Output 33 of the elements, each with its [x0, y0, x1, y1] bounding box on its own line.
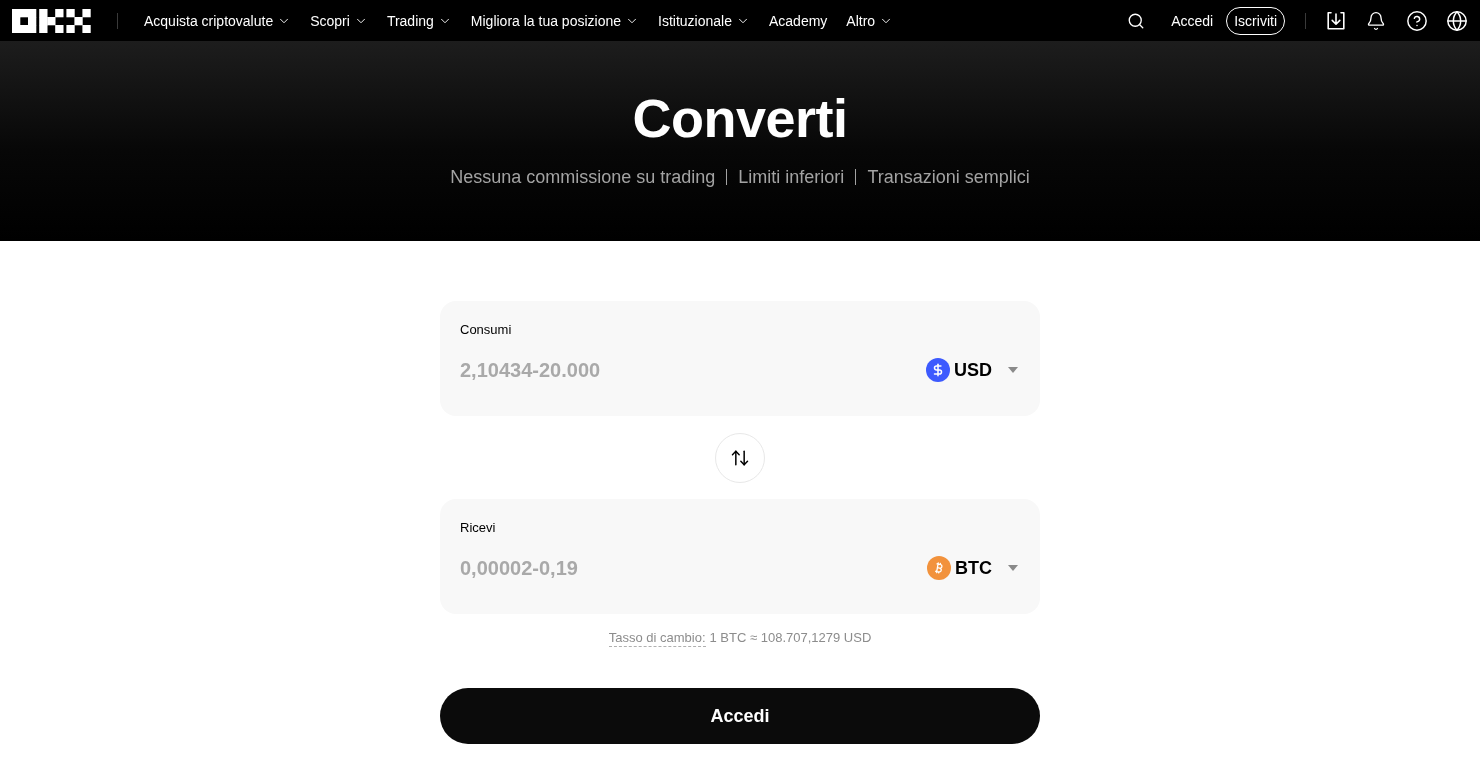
swap-button[interactable]: [715, 433, 765, 483]
currency-select[interactable]: BTC: [927, 556, 1018, 580]
feature-text: Limiti inferiori: [738, 166, 845, 188]
nav-menu-item[interactable]: Trading: [386, 12, 452, 29]
amount-input[interactable]: 0,00002-0,19: [460, 552, 780, 584]
page-title: Converti: [632, 87, 848, 149]
panel-label: Consumi: [460, 322, 513, 338]
feature-text: Nessuna commissione su trading: [450, 166, 716, 188]
notification-bell-icon[interactable]: [1366, 10, 1386, 31]
exchange-rate-label[interactable]: Tasso di cambio:: [608, 630, 706, 647]
language-globe-icon[interactable]: [1446, 9, 1468, 32]
amount-input[interactable]: 2,10434-20.000: [460, 354, 780, 386]
login-link[interactable]: Accedi: [1171, 12, 1214, 29]
search-icon[interactable]: [1127, 11, 1146, 30]
bitcoin-coin-icon: [927, 556, 951, 580]
help-icon[interactable]: [1406, 9, 1428, 32]
currency-select[interactable]: USD: [926, 358, 1018, 382]
feature-text: Transazioni semplici: [867, 166, 1030, 188]
nav-menu-item[interactable]: Altro: [846, 12, 894, 29]
exchange-rate-value: 1 BTC ≈ 108.707,1279 USD: [709, 630, 872, 647]
dollar-coin-icon: [926, 358, 950, 382]
nav-menu-item[interactable]: Migliora la tua posizione: [470, 12, 640, 29]
nav-menu-item[interactable]: Acquista criptovalute: [144, 12, 292, 29]
nav-menu-item[interactable]: Academy: [768, 12, 828, 29]
nav-menu-item[interactable]: Scopri: [310, 12, 368, 29]
login-submit-button[interactable]: Accedi: [440, 688, 1040, 744]
brand-logo[interactable]: [12, 8, 91, 33]
caret-icon: [1008, 565, 1018, 571]
caret-icon: [1008, 367, 1018, 373]
panel-label: Ricevi: [460, 520, 497, 536]
download-icon[interactable]: [1326, 10, 1346, 31]
nav-menu-item[interactable]: Istituzionale: [658, 12, 750, 29]
swap-arrows-icon: [730, 448, 750, 468]
